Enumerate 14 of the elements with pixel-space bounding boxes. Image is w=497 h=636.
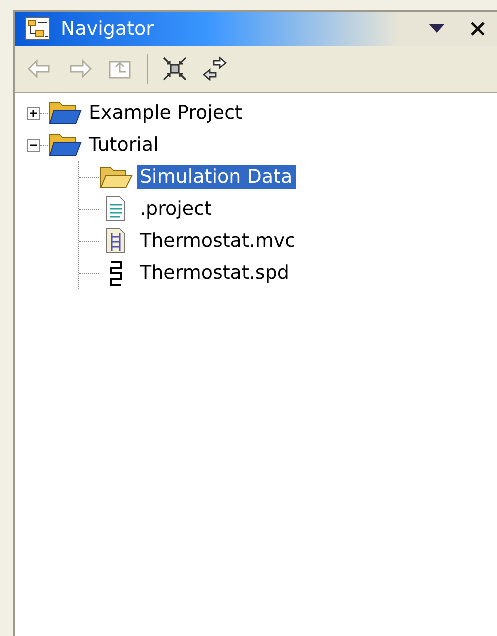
navigator-icon xyxy=(25,17,51,41)
view-menu-icon[interactable] xyxy=(429,24,445,34)
expander-icon[interactable] xyxy=(27,106,40,120)
tree-item[interactable]: Simulation Data xyxy=(137,165,296,189)
close-icon[interactable] xyxy=(471,22,485,36)
tree-item[interactable]: Thermostat.spd xyxy=(137,261,292,285)
tree-item[interactable]: Thermostat.mvc xyxy=(137,229,299,253)
tree-item[interactable]: Tutorial xyxy=(86,133,162,157)
tree-item[interactable]: Example Project xyxy=(86,101,246,125)
collapse-all-icon[interactable] xyxy=(162,56,188,82)
tree-item[interactable]: .project xyxy=(137,197,215,221)
expander-icon[interactable] xyxy=(27,138,40,152)
link-arrows-icon[interactable] xyxy=(202,56,228,82)
view-title: Navigator xyxy=(61,18,154,40)
